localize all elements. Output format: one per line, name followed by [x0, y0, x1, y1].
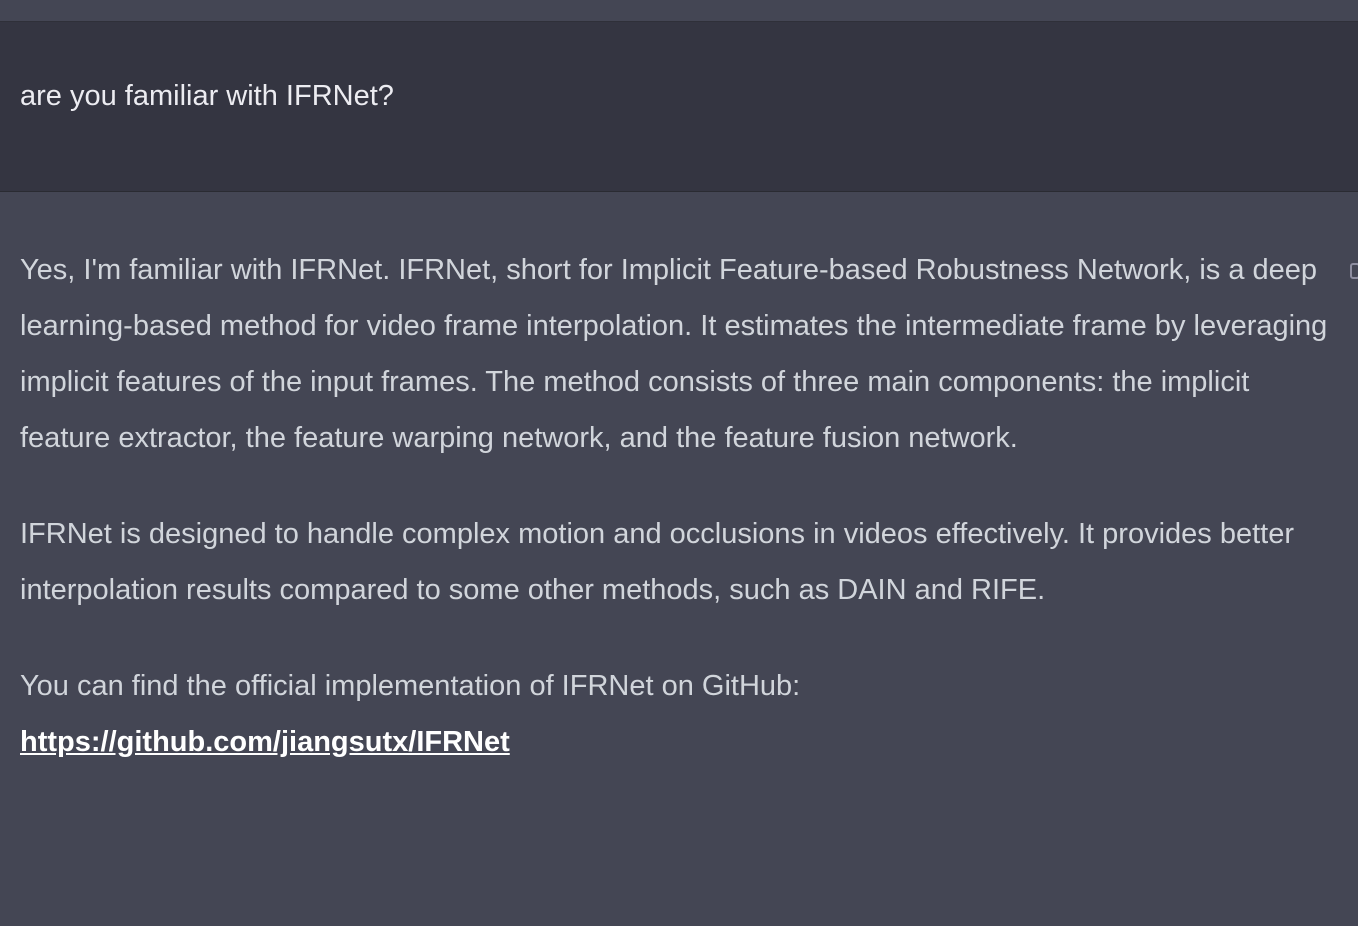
- github-link[interactable]: https://github.com/jiangsutx/IFRNet: [20, 726, 510, 758]
- assistant-message: Yes, I'm familiar with IFRNet. IFRNet, s…: [0, 192, 1358, 926]
- assistant-message-content: Yes, I'm familiar with IFRNet. IFRNet, s…: [20, 242, 1330, 770]
- previous-message-strip: [0, 0, 1358, 22]
- copy-icon[interactable]: [1350, 263, 1358, 279]
- assistant-paragraph-text: You can find the official implementation…: [20, 670, 801, 702]
- assistant-paragraph: You can find the official implementation…: [20, 658, 1330, 770]
- user-message: are you familiar with IFRNet?: [0, 22, 1358, 192]
- user-message-text: are you familiar with IFRNet?: [20, 80, 394, 112]
- assistant-paragraph: Yes, I'm familiar with IFRNet. IFRNet, s…: [20, 254, 1328, 454]
- assistant-paragraph: IFRNet is designed to handle complex mot…: [20, 518, 1294, 606]
